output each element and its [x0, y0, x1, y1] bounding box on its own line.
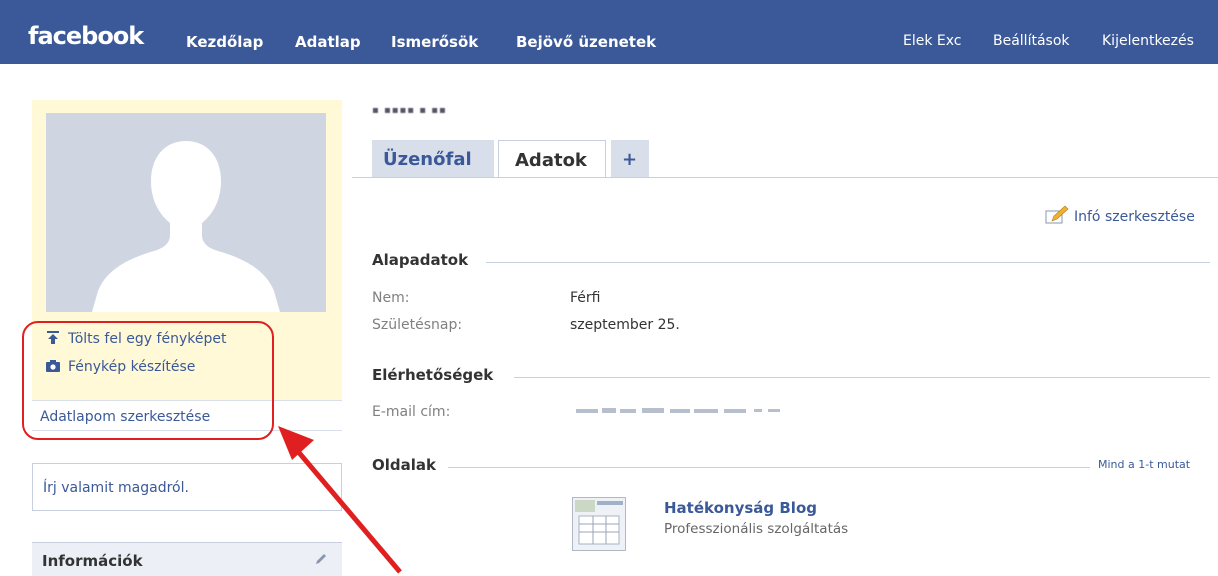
- nav-link-inbox[interactable]: Bejövő üzenetek: [516, 33, 656, 51]
- section-divider: [448, 467, 1090, 468]
- page-thumbnail[interactable]: [572, 497, 626, 551]
- tab-divider: [352, 177, 1218, 178]
- nav-link-friends[interactable]: Ismerősök: [391, 33, 478, 51]
- section-divider: [514, 377, 1210, 378]
- basic-info-header: Alapadatok: [372, 251, 469, 269]
- gender-label: Nem:: [372, 290, 410, 306]
- nav-link-home[interactable]: Kezdőlap: [186, 33, 263, 51]
- silhouette-icon: [46, 113, 326, 312]
- page-title-link[interactable]: Hatékonyság Blog: [664, 499, 817, 517]
- profile-name-blurred: ▪ ▪▪▪▪ ▪ ▪▪: [372, 105, 447, 116]
- page-category: Professzionális szolgáltatás: [664, 521, 849, 537]
- show-all-pages-link[interactable]: Mind a 1-t mutat: [1098, 458, 1190, 471]
- email-label: E-mail cím:: [372, 404, 451, 420]
- contact-header: Elérhetőségek: [372, 366, 494, 384]
- email-value-blurred: [576, 408, 780, 413]
- top-navigation-bar: facebook Kezdőlap Adatlap Ismerősök Bejö…: [0, 0, 1218, 64]
- pages-header: Oldalak: [372, 456, 436, 474]
- tab-info[interactable]: Adatok: [498, 140, 606, 178]
- birthday-value: szeptember 25.: [570, 317, 680, 333]
- edit-info-link[interactable]: Infó szerkesztése: [1044, 205, 1195, 225]
- info-header-label: Információk: [42, 552, 143, 570]
- annotation-arrow: [278, 426, 402, 574]
- blog-screenshot-icon: [573, 498, 625, 550]
- edit-pencil-icon: [1045, 205, 1069, 224]
- nav-user-name[interactable]: Elek Exc: [903, 33, 962, 49]
- annotation-highlight: [22, 321, 274, 440]
- profile-photo-placeholder[interactable]: [46, 113, 326, 312]
- tab-wall[interactable]: Üzenőfal: [372, 140, 494, 178]
- nav-link-profile[interactable]: Adatlap: [295, 33, 361, 51]
- nav-settings[interactable]: Beállítások: [993, 33, 1070, 49]
- nav-logout[interactable]: Kijelentkezés: [1102, 33, 1194, 49]
- edit-info-label: Infó szerkesztése: [1074, 209, 1195, 225]
- gender-value: Férfi: [570, 290, 601, 306]
- facebook-logo[interactable]: facebook: [28, 22, 144, 50]
- tab-add[interactable]: +: [611, 140, 649, 178]
- about-me-placeholder: Írj valamit magadról.: [43, 480, 189, 496]
- section-divider: [486, 262, 1210, 263]
- birthday-label: Születésnap:: [372, 317, 463, 333]
